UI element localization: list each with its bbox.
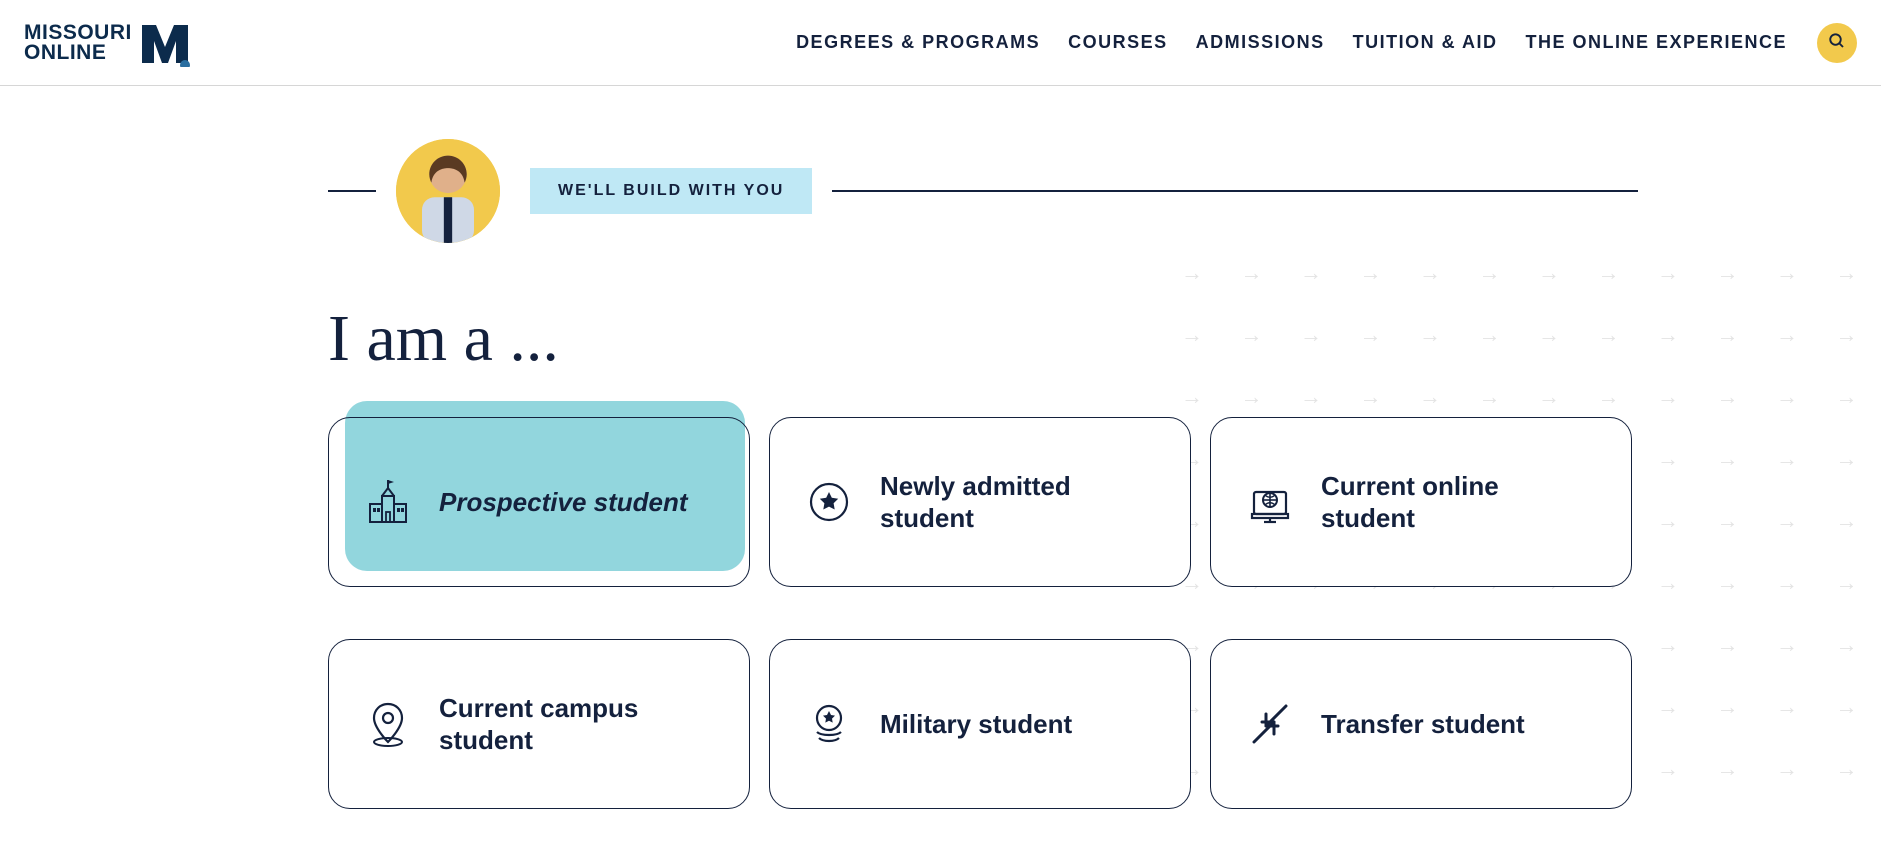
- nav-tuition[interactable]: TUITION & AID: [1353, 32, 1498, 53]
- card-transfer[interactable]: Transfer student: [1210, 639, 1632, 809]
- military-icon: [804, 700, 854, 748]
- nav-experience[interactable]: THE ONLINE EXPERIENCE: [1525, 32, 1787, 53]
- card-computer[interactable]: Current online student: [1210, 417, 1632, 587]
- star-icon: [804, 478, 854, 526]
- search-button[interactable]: [1817, 23, 1857, 63]
- tagline-badge: WE'LL BUILD WITH YOU: [530, 168, 812, 214]
- card-label: Current campus student: [439, 692, 715, 757]
- nav-degrees[interactable]: DEGREES & PROGRAMS: [796, 32, 1040, 53]
- card-military[interactable]: Military student: [769, 639, 1191, 809]
- card-school[interactable]: Prospective student: [328, 417, 750, 587]
- pin-icon: [363, 700, 413, 748]
- tagline-divider-right: [832, 190, 1638, 192]
- card-pin[interactable]: Current campus student: [328, 639, 750, 809]
- computer-icon: [1245, 478, 1295, 526]
- logo-link[interactable]: MISSOURI ONLINE: [24, 19, 192, 67]
- card-label: Transfer student: [1321, 708, 1525, 741]
- card-label: Prospective student: [439, 486, 688, 519]
- card-label: Current online student: [1321, 470, 1597, 535]
- identify-section: WE'LL BUILD WITH YOU I am a ... Prospect…: [0, 86, 1881, 809]
- identify-heading: I am a ...: [328, 301, 1881, 377]
- nav-admissions[interactable]: ADMISSIONS: [1196, 32, 1325, 53]
- identify-cards: Prospective student Newly admitted studen…: [328, 417, 1881, 809]
- school-icon: [363, 478, 413, 526]
- logo-line-1: MISSOURI: [24, 23, 132, 43]
- logo-mark-icon: [138, 19, 192, 67]
- avatar: [396, 139, 500, 243]
- tagline-text: WE'LL BUILD WITH YOU: [558, 182, 784, 199]
- transfer-icon: [1245, 700, 1295, 748]
- card-label: Military student: [880, 708, 1072, 741]
- card-label: Newly admitted student: [880, 470, 1156, 535]
- logo-text: MISSOURI ONLINE: [24, 23, 132, 63]
- search-icon: [1828, 32, 1846, 53]
- primary-nav: DEGREES & PROGRAMS COURSES ADMISSIONS TU…: [796, 32, 1787, 53]
- site-header: MISSOURI ONLINE DEGREES & PROGRAMS COURS…: [0, 0, 1881, 86]
- nav-courses[interactable]: COURSES: [1068, 32, 1168, 53]
- card-star[interactable]: Newly admitted student: [769, 417, 1191, 587]
- tagline-divider-left: [328, 190, 376, 192]
- logo-line-2: ONLINE: [24, 43, 132, 63]
